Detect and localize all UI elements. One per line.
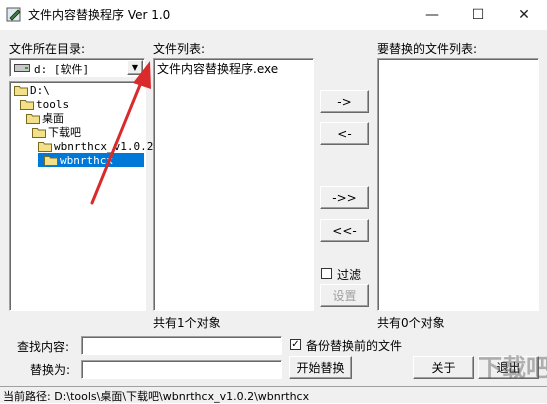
drive-value: d: [软件] xyxy=(34,63,90,76)
folder-open-icon xyxy=(38,141,52,152)
backup-label: 备份替换前的文件 xyxy=(306,339,403,353)
drive-select[interactable]: d: [软件] ▼ xyxy=(9,58,145,77)
replace-count: 共有0个对象 xyxy=(377,316,445,330)
tree-item-selected[interactable]: wbnrthcx xyxy=(38,153,144,167)
add-button[interactable]: -> xyxy=(320,90,369,113)
about-button[interactable]: 关于 xyxy=(413,356,474,379)
folder-open-icon xyxy=(26,113,40,124)
file-list[interactable]: 文件内容替换程序.exe xyxy=(153,58,314,311)
tree-item[interactable]: wbnrthcx_v1.0.2 xyxy=(38,139,153,153)
add-all-button[interactable]: ->> xyxy=(320,186,369,209)
remove-all-button[interactable]: <<- xyxy=(320,219,369,242)
status-bar: 当前路径: D:\tools\桌面\下载吧\wbnrthcx_v1.0.2\wb… xyxy=(0,386,547,403)
replace-file-list[interactable] xyxy=(377,58,539,311)
find-label: 查找内容: xyxy=(17,340,70,354)
tree-item[interactable]: 桌面 xyxy=(26,111,64,125)
file-count: 共有1个对象 xyxy=(153,316,221,330)
app-pencil-icon xyxy=(6,7,21,22)
folder-open-icon xyxy=(44,155,58,166)
replace-input[interactable] xyxy=(81,360,282,379)
replace-label: 替换为: xyxy=(30,363,71,377)
drive-dropdown-arrow-icon[interactable]: ▼ xyxy=(127,60,143,75)
start-replace-button[interactable]: 开始替换 xyxy=(289,356,352,379)
folder-open-icon xyxy=(20,99,34,110)
maximize-button[interactable]: ☐ xyxy=(455,0,501,30)
backup-checkbox[interactable]: ✓ xyxy=(290,339,301,350)
find-input[interactable] xyxy=(81,336,282,355)
file-list-label: 文件列表: xyxy=(153,42,206,56)
watermark-logo: 下载吧 xyxy=(478,354,547,382)
filter-label: 过滤 xyxy=(337,268,362,282)
tree-item[interactable]: 下载吧 xyxy=(32,125,81,139)
replace-list-label: 要替换的文件列表: xyxy=(377,42,478,56)
tree-item[interactable]: D:\ xyxy=(14,83,50,97)
minimize-button[interactable]: — xyxy=(409,0,455,30)
folder-open-icon xyxy=(14,85,28,96)
current-path: 当前路径: D:\tools\桌面\下载吧\wbnrthcx_v1.0.2\wb… xyxy=(3,390,310,403)
file-list-item[interactable]: 文件内容替换程序.exe xyxy=(157,60,278,77)
remove-button[interactable]: <- xyxy=(320,122,369,145)
title-bar: 文件内容替换程序 Ver 1.0 — ☐ ✕ xyxy=(0,0,547,30)
window-title: 文件内容替换程序 Ver 1.0 xyxy=(28,8,171,22)
tree-item[interactable]: tools xyxy=(20,97,69,111)
settings-button[interactable]: 设置 xyxy=(320,284,369,307)
close-button[interactable]: ✕ xyxy=(501,0,547,30)
dir-label: 文件所在目录: xyxy=(9,42,86,56)
drive-icon xyxy=(14,64,30,72)
filter-checkbox[interactable] xyxy=(321,268,332,279)
folder-open-icon xyxy=(32,127,46,138)
